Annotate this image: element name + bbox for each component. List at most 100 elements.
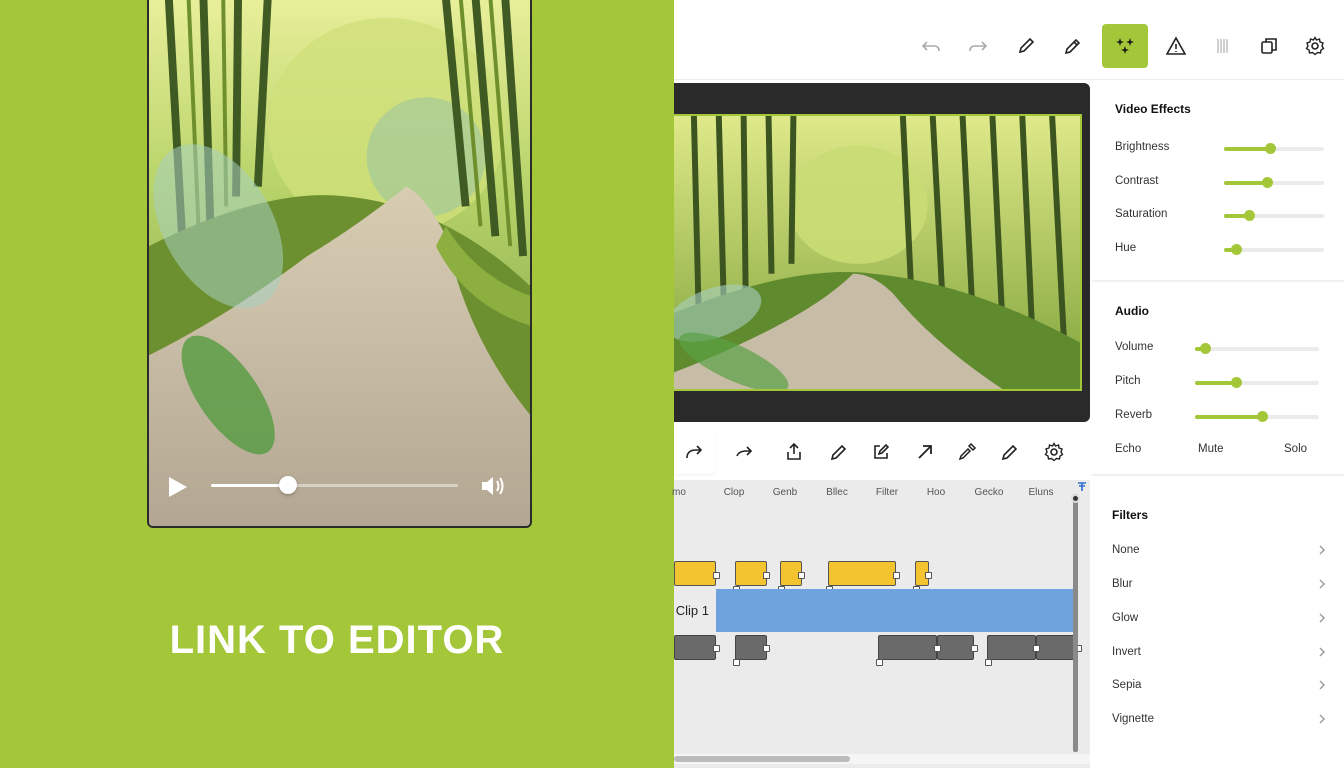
clip-handle[interactable]: [934, 645, 941, 652]
redo-icon[interactable]: [955, 24, 1001, 68]
filters-section: Filters None Blur Glow Invert Sepia Vign…: [1092, 476, 1344, 768]
video-seek-bar[interactable]: [211, 476, 458, 494]
gear-icon[interactable]: [1292, 24, 1338, 68]
video-clip[interactable]: [937, 635, 974, 660]
video-clip-1[interactable]: Clip 1: [674, 589, 1073, 632]
timeline[interactable]: mo Clop Genb Bllec Filter Hoo Gecko Elun…: [672, 480, 1090, 768]
video-effects-title: Video Effects: [1115, 102, 1191, 116]
sparkle-effects-icon[interactable]: [1102, 24, 1148, 68]
contrast-slider[interactable]: [1224, 177, 1324, 188]
share-upload-icon[interactable]: [774, 430, 814, 474]
video-clip[interactable]: [674, 635, 716, 660]
volume-slider[interactable]: [1195, 343, 1319, 354]
hue-label: Hue: [1115, 242, 1137, 254]
copy-icon[interactable]: [1246, 24, 1292, 68]
clip-handle[interactable]: [985, 659, 992, 666]
undo-icon[interactable]: [908, 24, 954, 68]
clip-handle[interactable]: [713, 572, 720, 579]
timeline-label: Gecko: [974, 487, 1004, 498]
redo-arrow-icon[interactable]: [674, 430, 714, 474]
filter-item-invert[interactable]: Invert: [1092, 638, 1344, 668]
volume-label: Volume: [1115, 341, 1154, 353]
brightness-label: Brightness: [1115, 141, 1170, 153]
bamboo-path-video-frame: [149, 0, 530, 526]
timeline-label: Genb: [772, 487, 798, 498]
video-preview: [674, 83, 1090, 422]
bamboo-path-preview-image: [674, 116, 1080, 389]
filter-item-blur[interactable]: Blur: [1092, 570, 1344, 600]
filter-item-glow[interactable]: Glow: [1092, 604, 1344, 634]
forward-arrow-icon[interactable]: [724, 430, 764, 474]
timeline-label: mo: [672, 487, 686, 498]
edit-box-icon[interactable]: [861, 430, 901, 474]
chevron-right-icon: [1319, 680, 1325, 690]
pen-icon[interactable]: [990, 430, 1030, 474]
phone-video-player: [147, 0, 532, 528]
eyedropper-icon[interactable]: [947, 430, 987, 474]
playhead[interactable]: [1073, 494, 1078, 752]
diagonal-arrow-icon[interactable]: [905, 430, 945, 474]
video-clip[interactable]: [878, 635, 937, 660]
audio-clip[interactable]: [674, 561, 716, 586]
pitch-slider[interactable]: [1195, 377, 1319, 388]
clip-1-label: Clip 1: [674, 589, 716, 632]
volume-icon[interactable]: [480, 474, 506, 498]
bars-icon[interactable]: [1200, 24, 1246, 68]
timeline-label: Clop: [723, 487, 745, 498]
filter-item-none[interactable]: None: [1092, 536, 1344, 566]
clip-handle[interactable]: [925, 572, 932, 579]
audio-clip[interactable]: [828, 561, 896, 586]
clip-handle[interactable]: [798, 572, 805, 579]
chevron-right-icon: [1319, 714, 1325, 724]
clip-handle[interactable]: [1033, 645, 1040, 652]
clip-handle[interactable]: [733, 659, 740, 666]
hue-slider[interactable]: [1224, 244, 1324, 255]
seek-bar-fill: [211, 484, 288, 487]
saturation-label: Saturation: [1115, 208, 1168, 220]
edit-tools-bar: [674, 430, 1090, 476]
filter-item-sepia[interactable]: Sepia: [1092, 671, 1344, 701]
chevron-right-icon: [1319, 545, 1325, 555]
reverb-slider[interactable]: [1195, 411, 1319, 422]
seek-bar-thumb[interactable]: [278, 476, 297, 494]
clip-handle[interactable]: [971, 645, 978, 652]
chevron-right-icon: [1319, 647, 1325, 657]
timeline-scrollbar[interactable]: [674, 754, 1090, 764]
audio-title: Audio: [1115, 304, 1149, 318]
echo-toggle[interactable]: Echo: [1115, 443, 1141, 455]
mute-toggle[interactable]: Mute: [1198, 443, 1224, 455]
link-to-editor-button[interactable]: LINK TO EDITOR: [0, 618, 674, 663]
clip-handle[interactable]: [713, 645, 720, 652]
reverb-label: Reverb: [1115, 409, 1153, 421]
clip-handle[interactable]: [893, 572, 900, 579]
timeline-label: Eluns: [1028, 487, 1054, 498]
brightness-slider[interactable]: [1224, 143, 1324, 154]
warning-triangle-icon[interactable]: [1153, 24, 1199, 68]
timeline-label: Filter: [875, 487, 899, 498]
chevron-right-icon: [1319, 613, 1325, 623]
solo-toggle[interactable]: Solo: [1284, 443, 1307, 455]
preview-frame[interactable]: [674, 114, 1082, 391]
gear-icon[interactable]: [1034, 430, 1074, 474]
pencil-icon[interactable]: [1050, 24, 1096, 68]
promo-panel: LINK TO EDITOR: [0, 0, 674, 768]
chevron-right-icon: [1319, 579, 1325, 589]
pencil-icon[interactable]: [819, 430, 859, 474]
timeline-label: Bllec: [826, 487, 848, 498]
pen-icon[interactable]: [1003, 24, 1049, 68]
clip-handle[interactable]: [876, 659, 883, 666]
filters-title: Filters: [1112, 508, 1149, 522]
video-clip[interactable]: [987, 635, 1036, 660]
filter-label: Blur: [1112, 578, 1133, 590]
timeline-scrollbar-thumb[interactable]: [674, 756, 850, 762]
filter-label: Glow: [1112, 612, 1139, 624]
clip-handle[interactable]: [763, 645, 770, 652]
pin-marker-icon[interactable]: [1077, 482, 1087, 492]
filter-label: None: [1112, 544, 1140, 556]
clip-handle[interactable]: [763, 572, 770, 579]
video-clip[interactable]: [1036, 635, 1078, 660]
saturation-slider[interactable]: [1224, 210, 1324, 221]
filter-item-vignette[interactable]: Vignette: [1092, 705, 1344, 735]
playhead-handle[interactable]: [1071, 494, 1080, 503]
play-icon[interactable]: [166, 476, 188, 498]
